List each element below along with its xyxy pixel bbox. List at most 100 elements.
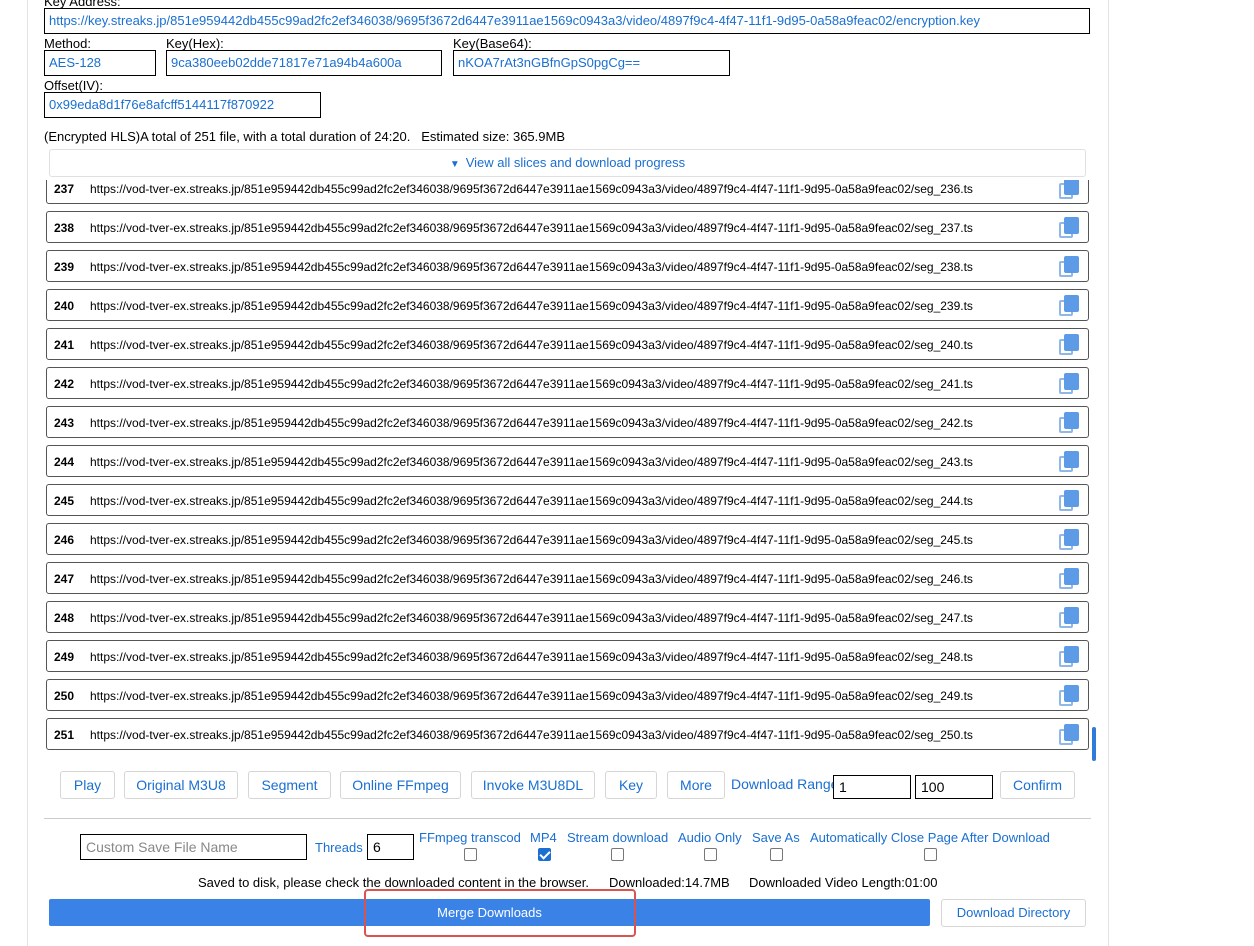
segment-url: https://vod-tver-ex.streaks.jp/851e95944… (90, 650, 973, 664)
view-slices-toggle[interactable]: ▼ View all slices and download progress (49, 149, 1086, 177)
segment-number: 249 (54, 650, 75, 664)
range-end-input[interactable] (915, 775, 993, 799)
segment-row: 245 https://vod-tver-ex.streaks.jp/851e95… (46, 484, 1089, 516)
copy-icon[interactable] (1059, 217, 1081, 239)
copy-icon[interactable] (1059, 373, 1081, 395)
copy-icon[interactable] (1059, 490, 1081, 512)
auto-close-label: Automatically Close Page After Download (810, 830, 1050, 845)
copy-icon[interactable] (1059, 256, 1081, 278)
segment-row: 239 https://vod-tver-ex.streaks.jp/851e95… (46, 250, 1089, 282)
save-as-label: Save As (752, 830, 800, 845)
confirm-button[interactable]: Confirm (1000, 771, 1075, 799)
segment-row: 240 https://vod-tver-ex.streaks.jp/851e95… (46, 289, 1089, 321)
scrollbar-thumb[interactable] (1092, 727, 1096, 761)
segment-row: 243 https://vod-tver-ex.streaks.jp/851e95… (46, 406, 1089, 438)
offset-iv-field[interactable]: 0x99eda8d1f76e8afcff5144117f870922 (44, 92, 321, 118)
segment-number: 239 (54, 260, 75, 274)
copy-icon[interactable] (1059, 646, 1081, 668)
segment-url: https://vod-tver-ex.streaks.jp/851e95944… (90, 182, 973, 196)
segment-number: 237 (54, 182, 75, 196)
more-button[interactable]: More (667, 771, 725, 799)
method-field[interactable]: AES-128 (44, 50, 156, 76)
threads-input[interactable] (367, 834, 414, 860)
segment-number: 238 (54, 221, 75, 235)
original-m3u8-button[interactable]: Original M3U8 (124, 771, 238, 799)
segment-row: 244 https://vod-tver-ex.streaks.jp/851e95… (46, 445, 1089, 477)
segment-number: 248 (54, 611, 75, 625)
auto-close-checkbox[interactable] (924, 848, 937, 861)
threads-label: Threads (315, 840, 363, 855)
copy-icon[interactable] (1059, 451, 1081, 473)
segment-url: https://vod-tver-ex.streaks.jp/851e95944… (90, 533, 973, 547)
copy-icon[interactable] (1059, 607, 1081, 629)
copy-icon[interactable] (1059, 724, 1081, 746)
online-ffmpeg-button[interactable]: Online FFmpeg (340, 771, 461, 799)
segment-url: https://vod-tver-ex.streaks.jp/851e95944… (90, 416, 973, 430)
audio-only-label: Audio Only (678, 830, 742, 845)
mp4-checkbox[interactable] (538, 848, 551, 861)
ffmpeg-transcode-label: FFmpeg transcod (419, 830, 521, 845)
segment-row: 237 https://vod-tver-ex.streaks.jp/851e95… (46, 180, 1089, 204)
segment-url: https://vod-tver-ex.streaks.jp/851e95944… (90, 221, 973, 235)
key-hex-label: Key(Hex): (166, 36, 224, 51)
segment-number: 247 (54, 572, 75, 586)
segment-row: 246 https://vod-tver-ex.streaks.jp/851e95… (46, 523, 1089, 555)
segment-url: https://vod-tver-ex.streaks.jp/851e95944… (90, 299, 973, 313)
ffmpeg-transcode-checkbox[interactable] (464, 848, 477, 861)
segment-url: https://vod-tver-ex.streaks.jp/851e95944… (90, 728, 973, 742)
saved-status-text: Saved to disk, please check the download… (198, 875, 589, 890)
copy-icon[interactable] (1059, 295, 1081, 317)
download-range-label: Download Range (731, 776, 839, 792)
segment-url: https://vod-tver-ex.streaks.jp/851e95944… (90, 377, 973, 391)
copy-icon[interactable] (1059, 529, 1081, 551)
downloaded-size-text: Downloaded:14.7MB (609, 875, 730, 890)
offset-iv-label: Offset(IV): (44, 78, 103, 93)
segment-button[interactable]: Segment (248, 771, 331, 799)
save-as-checkbox[interactable] (770, 848, 783, 861)
segment-row: 247 https://vod-tver-ex.streaks.jp/851e95… (46, 562, 1089, 594)
segment-list[interactable]: 237 https://vod-tver-ex.streaks.jp/851e95… (46, 180, 1090, 760)
save-file-name-input[interactable] (80, 834, 307, 860)
range-start-input[interactable] (833, 775, 911, 799)
segment-url: https://vod-tver-ex.streaks.jp/851e95944… (90, 260, 973, 274)
segment-number: 250 (54, 689, 75, 703)
mp4-label: MP4 (530, 830, 557, 845)
segment-row: 251 https://vod-tver-ex.streaks.jp/851e95… (46, 718, 1089, 750)
download-directory-button[interactable]: Download Directory (941, 899, 1086, 927)
key-base64-field[interactable]: nKOA7rAt3nGBfnGpS0pgCg== (453, 50, 730, 76)
copy-icon[interactable] (1059, 568, 1081, 590)
segment-row: 250 https://vod-tver-ex.streaks.jp/851e95… (46, 679, 1089, 711)
segment-url: https://vod-tver-ex.streaks.jp/851e95944… (90, 338, 973, 352)
stream-download-label: Stream download (567, 830, 669, 845)
segment-number: 251 (54, 728, 75, 742)
play-button[interactable]: Play (60, 771, 115, 799)
downloaded-length-text: Downloaded Video Length:01:00 (749, 875, 938, 890)
segment-url: https://vod-tver-ex.streaks.jp/851e95944… (90, 455, 973, 469)
copy-icon[interactable] (1059, 412, 1081, 434)
key-address-field[interactable]: https://key.streaks.jp/851e959442db455c9… (44, 8, 1090, 34)
segment-number: 240 (54, 299, 75, 313)
segment-url: https://vod-tver-ex.streaks.jp/851e95944… (90, 611, 973, 625)
key-button[interactable]: Key (605, 771, 657, 799)
method-label: Method: (44, 36, 91, 51)
segment-row: 242 https://vod-tver-ex.streaks.jp/851e95… (46, 367, 1089, 399)
segment-number: 242 (54, 377, 75, 391)
segment-number: 246 (54, 533, 75, 547)
audio-only-checkbox[interactable] (704, 848, 717, 861)
view-slices-label: View all slices and download progress (465, 155, 686, 170)
invoke-m3u8dl-button[interactable]: Invoke M3U8DL (471, 771, 595, 799)
stream-download-checkbox[interactable] (611, 848, 624, 861)
segment-row: 249 https://vod-tver-ex.streaks.jp/851e95… (46, 640, 1089, 672)
segment-row: 238 https://vod-tver-ex.streaks.jp/851e95… (46, 211, 1089, 243)
copy-icon[interactable] (1059, 180, 1081, 200)
summary-text: (Encrypted HLS)A total of 251 file, with… (44, 129, 566, 144)
copy-icon[interactable] (1059, 685, 1081, 707)
key-hex-field[interactable]: 9ca380eeb02dde71817e71a94b4a600a (166, 50, 442, 76)
segment-number: 245 (54, 494, 75, 508)
copy-icon[interactable] (1059, 334, 1081, 356)
divider (44, 818, 1091, 819)
segment-number: 244 (54, 455, 75, 469)
segment-row: 248 https://vod-tver-ex.streaks.jp/851e95… (46, 601, 1089, 633)
segment-number: 243 (54, 416, 75, 430)
key-base64-label: Key(Base64): (453, 36, 532, 51)
